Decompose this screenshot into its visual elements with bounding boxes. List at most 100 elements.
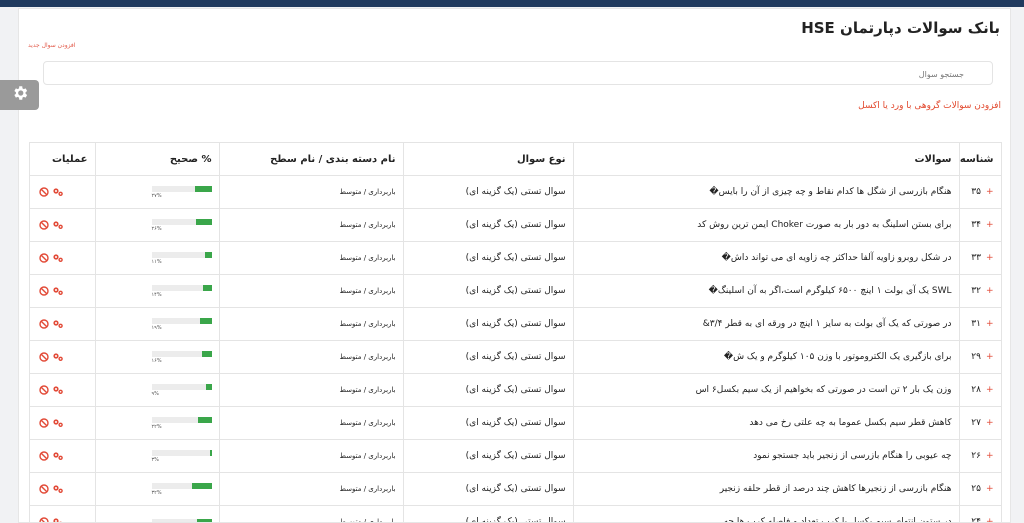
cell-id[interactable]: +۳۳	[959, 242, 1001, 275]
cell-category: باربرداری / متوسط	[219, 275, 403, 308]
cell-category: باربرداری / متوسط	[219, 176, 403, 209]
col-header-question[interactable]: سوالات	[573, 143, 959, 176]
cell-question: در ستون انتهای سیم بکسل با کرپ تعداد و ف…	[573, 506, 959, 523]
cell-question: در شکل روبرو زاویه آلفا حداکثر چه زاویه …	[573, 242, 959, 275]
questions-table: شناسه سوالات نوع سوال نام دسته بندی / نا…	[30, 143, 1002, 523]
cogs-icon[interactable]	[52, 517, 64, 523]
table-row: +۲۷کاهش قطر سیم بکسل عموما به چه علتی رخ…	[30, 407, 1001, 440]
ban-icon[interactable]	[39, 286, 49, 296]
cell-category: باربرداری / متوسط	[219, 209, 403, 242]
col-header-id[interactable]: شناسه	[959, 143, 1001, 176]
progress-fill	[192, 483, 211, 489]
cogs-icon[interactable]	[52, 187, 64, 197]
plus-icon[interactable]: +	[986, 187, 994, 197]
cogs-icon[interactable]	[52, 451, 64, 461]
cogs-icon[interactable]	[52, 220, 64, 230]
cell-ops	[30, 275, 95, 308]
cell-id[interactable]: +۲۸	[959, 374, 1001, 407]
ban-icon[interactable]	[39, 484, 49, 494]
cell-pct	[95, 506, 219, 523]
cogs-icon[interactable]	[52, 385, 64, 395]
cell-id[interactable]: +۲۵	[959, 473, 1001, 506]
ban-icon[interactable]	[39, 253, 49, 263]
cell-type: سوال تستی (یک گزینه ای)	[403, 506, 573, 523]
plus-icon[interactable]: +	[986, 253, 994, 263]
bulk-import-link[interactable]: افزودن سوالات گروهی با ورد یا اکسل	[858, 101, 1001, 111]
cell-category: باربرداری / متوسط	[219, 308, 403, 341]
ban-icon[interactable]	[39, 451, 49, 461]
plus-icon[interactable]: +	[986, 352, 994, 362]
ban-icon[interactable]	[39, 352, 49, 362]
questions-table-wrapper: شناسه سوالات نوع سوال نام دسته بندی / نا…	[29, 142, 1002, 523]
cell-type: سوال تستی (یک گزینه ای)	[403, 473, 573, 506]
pct-label: ۹%	[152, 391, 212, 397]
col-header-type[interactable]: نوع سوال	[403, 143, 573, 176]
add-question-link[interactable]: افزودن سوال جدید	[28, 42, 75, 49]
cell-id[interactable]: +۲۷	[959, 407, 1001, 440]
question-id: ۳۳	[971, 253, 981, 263]
settings-tab[interactable]	[0, 80, 39, 110]
progress-bar	[152, 450, 212, 456]
ban-icon[interactable]	[39, 517, 49, 523]
cell-ops	[30, 209, 95, 242]
cell-question: هنگام بازرسی از شگل ها کدام نقاط و چه چی…	[573, 176, 959, 209]
cell-id[interactable]: +۲۶	[959, 440, 1001, 473]
cell-ops	[30, 341, 95, 374]
table-row: +۳۴برای بستن اسلینگ به دور بار به صورت C…	[30, 209, 1001, 242]
progress-fill	[206, 384, 211, 390]
plus-icon[interactable]: +	[986, 319, 994, 329]
progress-fill	[195, 186, 211, 192]
progress-fill	[202, 351, 212, 357]
plus-icon[interactable]: +	[986, 220, 994, 230]
cell-ops	[30, 506, 95, 523]
cogs-icon[interactable]	[52, 352, 64, 362]
plus-icon[interactable]: +	[986, 484, 994, 494]
cell-type: سوال تستی (یک گزینه ای)	[403, 308, 573, 341]
cell-ops	[30, 440, 95, 473]
cogs-icon[interactable]	[52, 418, 64, 428]
search-input[interactable]	[40, 63, 966, 87]
ban-icon[interactable]	[39, 418, 49, 428]
plus-icon[interactable]: +	[986, 418, 994, 428]
cell-ops	[30, 176, 95, 209]
table-row: +۲۵هنگام بازرسی از زنجیرها کاهش چند درصد…	[30, 473, 1001, 506]
table-row: +۲۴در ستون انتهای سیم بکسل با کرپ تعداد …	[30, 506, 1001, 523]
plus-icon[interactable]: +	[986, 385, 994, 395]
cell-pct: ۲۶%	[95, 209, 219, 242]
plus-icon[interactable]: +	[986, 286, 994, 296]
cell-id[interactable]: +۲۴	[959, 506, 1001, 523]
plus-icon[interactable]: +	[986, 451, 994, 461]
cell-id[interactable]: +۳۲	[959, 275, 1001, 308]
ban-icon[interactable]	[39, 385, 49, 395]
cell-category: باربرداری / متوسط	[219, 473, 403, 506]
col-header-pct[interactable]: % صحیح	[95, 143, 219, 176]
cogs-icon[interactable]	[52, 286, 64, 296]
question-id: ۲۸	[971, 385, 981, 395]
cell-id[interactable]: +۳۱	[959, 308, 1001, 341]
cell-question: کاهش قطر سیم بکسل عموما به چه علتی رخ می…	[573, 407, 959, 440]
cell-pct: ۱۴%	[95, 275, 219, 308]
cell-type: سوال تستی (یک گزینه ای)	[403, 176, 573, 209]
pct-label: ۱۴%	[152, 292, 212, 298]
col-header-category[interactable]: نام دسته بندی / نام سطح	[219, 143, 403, 176]
page-title: بانک سوالات دپارتمان HSE	[801, 19, 1000, 37]
cell-id[interactable]: +۳۵	[959, 176, 1001, 209]
ban-icon[interactable]	[39, 220, 49, 230]
cell-id[interactable]: +۳۴	[959, 209, 1001, 242]
pct-label: ۳۲%	[152, 490, 212, 496]
question-id: ۳۱	[971, 319, 981, 329]
cogs-icon[interactable]	[52, 484, 64, 494]
plus-icon[interactable]: +	[986, 517, 994, 523]
cell-category: باربرداری / متوسط	[219, 341, 403, 374]
cogs-icon[interactable]	[52, 253, 64, 263]
cell-id[interactable]: +۲۹	[959, 341, 1001, 374]
cell-pct: ۳۲%	[95, 473, 219, 506]
cell-type: سوال تستی (یک گزینه ای)	[403, 275, 573, 308]
cell-type: سوال تستی (یک گزینه ای)	[403, 440, 573, 473]
cogs-icon[interactable]	[52, 319, 64, 329]
cell-ops	[30, 242, 95, 275]
ban-icon[interactable]	[39, 319, 49, 329]
progress-fill	[205, 252, 212, 258]
ban-icon[interactable]	[39, 187, 49, 197]
question-id: ۲۶	[971, 451, 981, 461]
